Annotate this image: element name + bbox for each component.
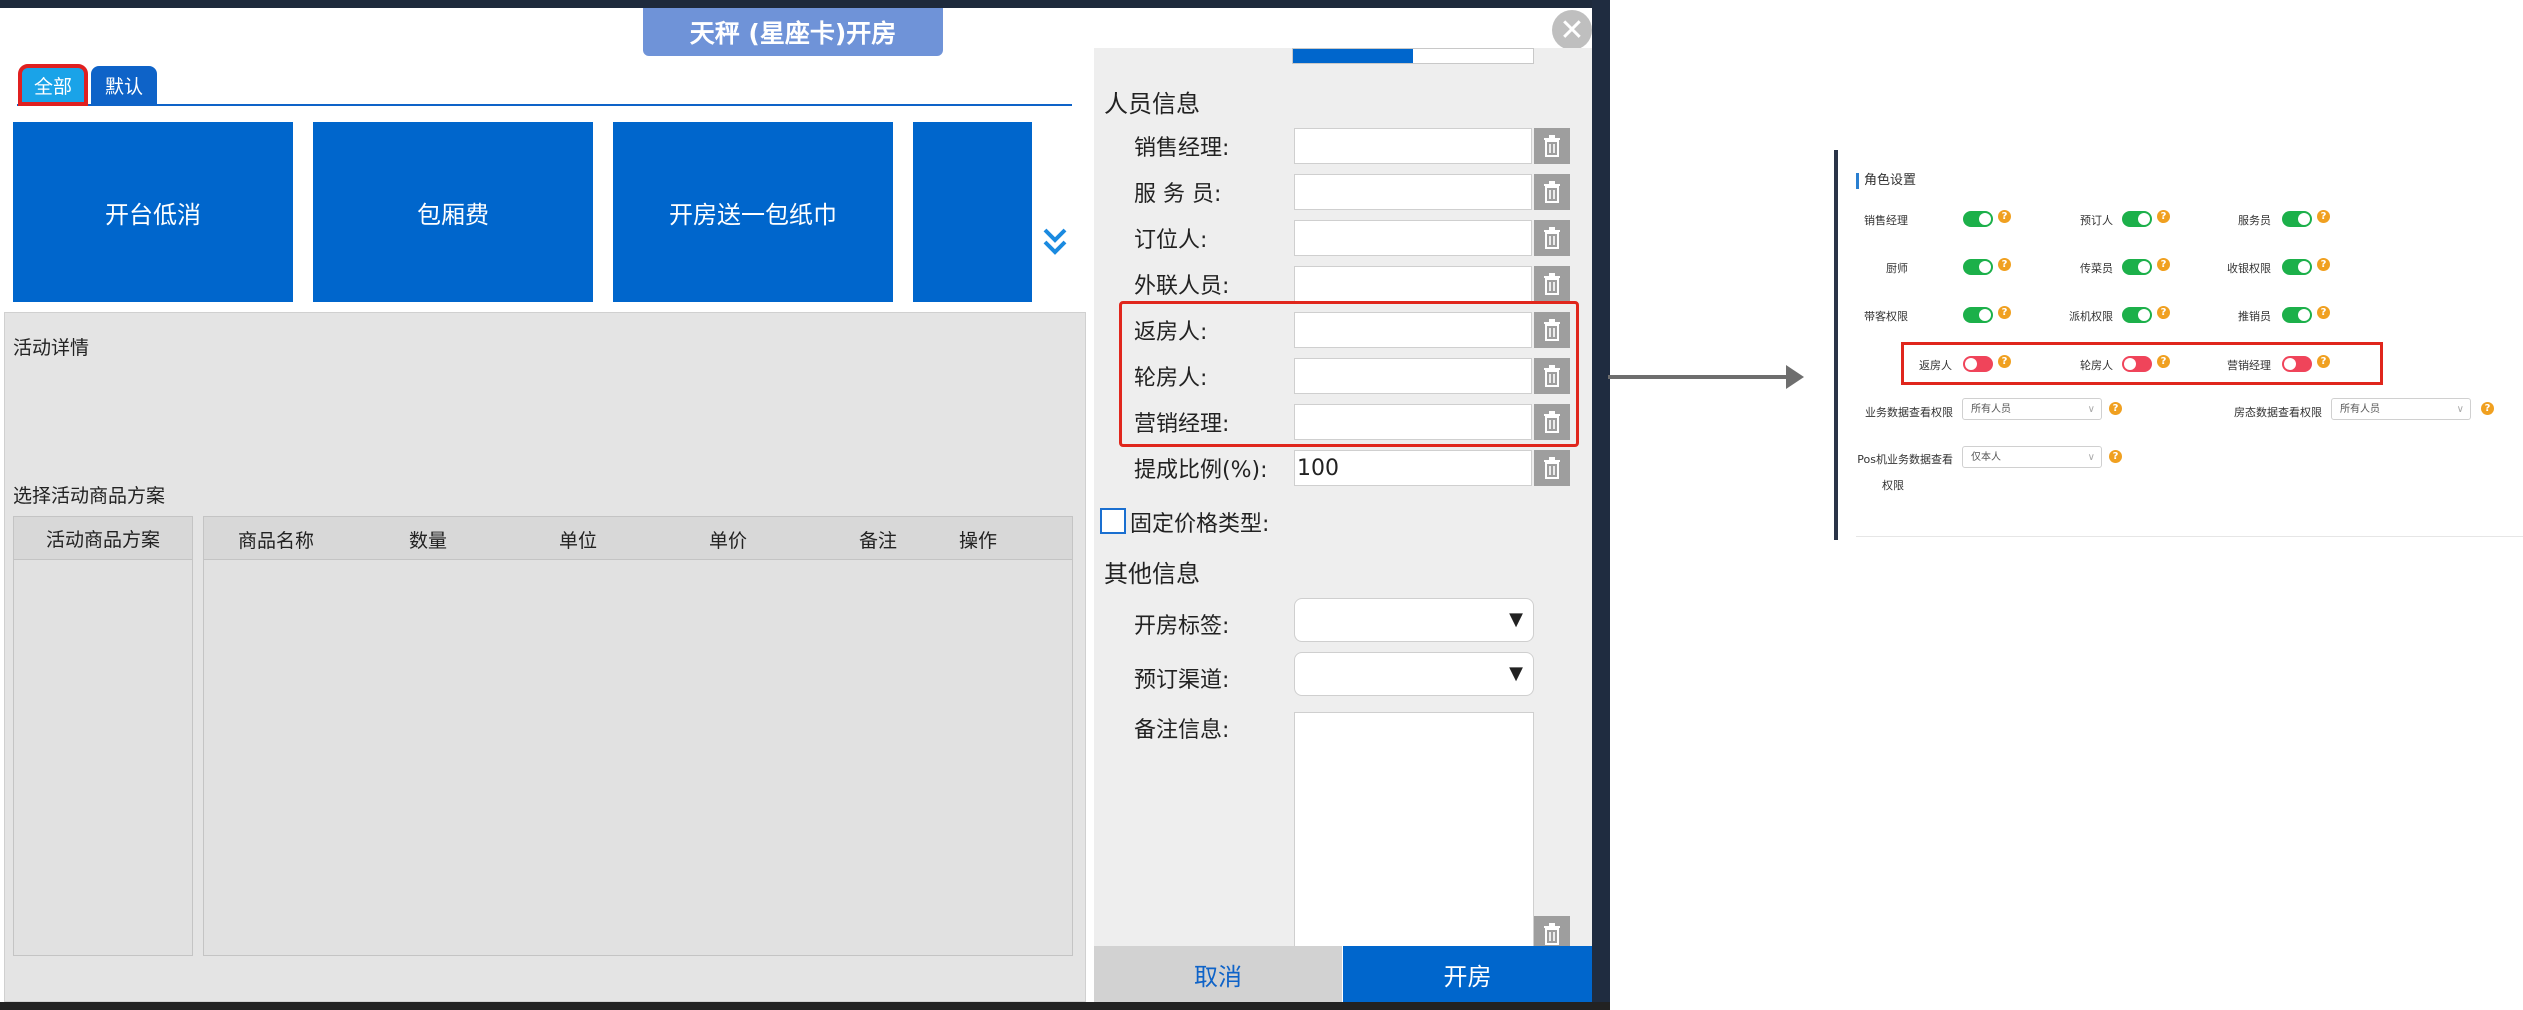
field-label: 服 务 员: [1134, 182, 1222, 207]
backdrop-top [0, 0, 1610, 8]
activity-tile[interactable]: 开房送一包纸巾 [613, 122, 893, 302]
role-label: 销售经理 [1864, 214, 1908, 227]
other-section-title: 其他信息 [1104, 560, 1200, 588]
trash-icon[interactable] [1534, 128, 1570, 164]
divider [1856, 536, 2523, 537]
highlight-box [1901, 342, 2383, 385]
field-label: 预订渠道: [1134, 668, 1230, 693]
help-icon[interactable]: ? [2317, 210, 2330, 223]
role-toggle-booker[interactable] [2122, 211, 2152, 227]
role-toggle-dispatch[interactable] [2122, 307, 2152, 323]
activity-tile-partial[interactable] [913, 122, 1032, 302]
role-label: 收银权限 [2227, 262, 2271, 275]
select-value: 仅本人 [1971, 452, 2001, 463]
room-view-select[interactable]: 所有人员 ∨ [2331, 398, 2471, 420]
trash-icon[interactable] [1534, 450, 1570, 486]
chevron-down-icon[interactable] [1042, 226, 1068, 262]
role-toggle-chef[interactable] [1963, 259, 1993, 275]
tab-default[interactable]: 默认 [91, 66, 158, 104]
field-label: 提成比例(%): [1134, 458, 1268, 483]
external-staff-input[interactable] [1294, 266, 1532, 302]
help-icon[interactable]: ? [2317, 258, 2330, 271]
help-icon[interactable]: ? [2109, 450, 2122, 463]
field-label: 备注信息: [1134, 718, 1230, 743]
room-tag-select[interactable]: ▼ [1294, 598, 1534, 642]
role-toggle-salesperson[interactable] [2282, 307, 2312, 323]
column-header: 操作 [959, 530, 998, 552]
dropdown-caret-icon: ▼ [1509, 663, 1523, 684]
role-toggle-waiter[interactable] [2282, 211, 2312, 227]
backdrop-right [1592, 0, 1610, 1010]
waiter-input[interactable] [1294, 174, 1532, 210]
role-label: 服务员 [2238, 214, 2271, 227]
role-toggle-guide[interactable] [1963, 307, 1993, 323]
goods-table-header: 商品名称 数量 单位 单价 备注 操作 [204, 517, 1072, 560]
select-value: 所有人员 [2340, 404, 2380, 415]
sales-manager-input[interactable] [1294, 128, 1532, 164]
fixed-price-label: 固定价格类型: [1130, 512, 1270, 537]
column-header: 备注 [859, 530, 898, 552]
activity-tabs: 全部 默认 [17, 60, 1072, 106]
highlight-box [1119, 301, 1579, 447]
chevron-down-icon: ∨ [2087, 404, 2095, 415]
business-view-label: 业务数据查看权限 [1865, 406, 1953, 419]
cancel-button[interactable]: 取消 [1094, 946, 1342, 1002]
dialog-title: 天秤 (星座卡)开房 [643, 8, 943, 56]
role-label: 带客权限 [1864, 310, 1908, 323]
activity-detail-label: 活动详情 [13, 337, 90, 359]
column-header: 单位 [559, 530, 598, 552]
role-label: 派机权限 [2069, 310, 2113, 323]
goods-table: 商品名称 数量 单位 单价 备注 操作 [203, 516, 1073, 956]
plan-column-header: 活动商品方案 [14, 517, 192, 560]
tab-all[interactable]: 全部 [17, 64, 89, 106]
select-value: 所有人员 [1971, 404, 2011, 415]
chevron-down-icon: ∨ [2087, 452, 2095, 463]
field-label: 销售经理: [1134, 136, 1230, 161]
field-label: 订位人: [1134, 228, 1208, 253]
backdrop-bottom [0, 1002, 1610, 1010]
field-label: 外联人员: [1134, 274, 1230, 299]
personnel-section-title: 人员信息 [1104, 90, 1200, 118]
activity-tile[interactable]: 包厢费 [313, 122, 593, 302]
trash-icon[interactable] [1534, 174, 1570, 210]
room-view-label: 房态数据查看权限 [2234, 406, 2322, 419]
activity-tile[interactable]: 开台低消 [13, 122, 293, 302]
select-plan-label: 选择活动商品方案 [13, 485, 166, 507]
column-header: 商品名称 [238, 530, 315, 552]
arrow-line [1608, 375, 1788, 379]
role-settings-title: 角色设置 [1856, 173, 1916, 189]
trash-icon[interactable] [1534, 220, 1570, 256]
pos-view-label-2: 权限 [1882, 479, 1904, 492]
fixed-price-checkbox[interactable] [1100, 508, 1126, 534]
field-label: 开房标签: [1134, 614, 1230, 639]
role-label: 厨师 [1886, 262, 1908, 275]
dropdown-caret-icon: ▼ [1509, 609, 1523, 630]
pos-view-select[interactable]: 仅本人 ∨ [1962, 446, 2102, 468]
role-toggle-sales-manager[interactable] [1963, 211, 1993, 227]
pos-view-label: Pos机业务数据查看 [1857, 453, 1953, 466]
chevron-down-icon: ∨ [2456, 404, 2464, 415]
open-room-form: 人员信息 销售经理: 服 务 员: 订位人: 外联人员: 返房人: 轮房人: 营… [1094, 48, 1592, 994]
help-icon[interactable]: ? [2317, 306, 2330, 319]
column-header: 数量 [409, 530, 448, 552]
role-toggle-cashier[interactable] [2282, 259, 2312, 275]
trash-icon[interactable] [1534, 266, 1570, 302]
arrow-right-icon [1786, 365, 1804, 389]
booker-input[interactable] [1294, 220, 1532, 256]
commission-ratio-input[interactable]: 100 [1294, 450, 1532, 486]
role-label: 预订人 [2080, 214, 2113, 227]
plan-list[interactable]: 活动商品方案 [13, 516, 193, 956]
help-icon[interactable]: ? [2481, 402, 2494, 415]
role-label: 传菜员 [2080, 262, 2113, 275]
help-icon[interactable]: ? [2109, 402, 2122, 415]
role-label: 推销员 [2238, 310, 2271, 323]
booking-channel-select[interactable]: ▼ [1294, 652, 1534, 696]
business-view-select[interactable]: 所有人员 ∨ [1962, 398, 2102, 420]
column-header: 单价 [709, 530, 748, 552]
segmented-toggle[interactable] [1292, 48, 1534, 64]
open-room-button[interactable]: 开房 [1343, 946, 1592, 1002]
close-icon[interactable]: ✕ [1552, 10, 1592, 50]
role-toggle-food-runner[interactable] [2122, 259, 2152, 275]
